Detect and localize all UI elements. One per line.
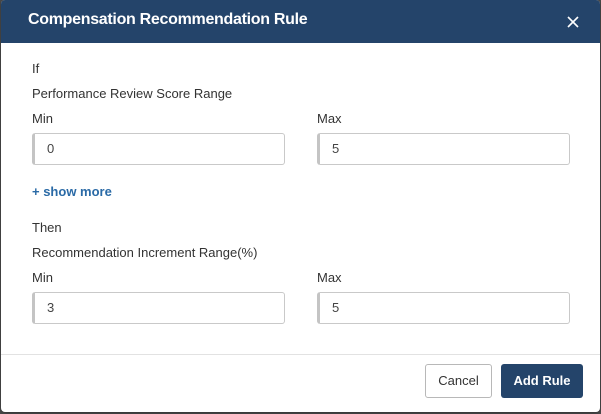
if-label: If bbox=[32, 61, 40, 76]
increment-max-label: Max bbox=[317, 270, 342, 285]
dialog-header: Compensation Recommendation Rule bbox=[1, 0, 600, 43]
performance-min-label: Min bbox=[32, 111, 53, 126]
performance-max-input[interactable]: 5 bbox=[317, 133, 570, 165]
increment-min-label: Min bbox=[32, 270, 53, 285]
compensation-rule-dialog: Compensation Recommendation Rule If Perf… bbox=[1, 0, 600, 412]
performance-min-input[interactable]: 0 bbox=[32, 133, 285, 165]
performance-range-title: Performance Review Score Range bbox=[32, 86, 233, 101]
performance-max-label: Max bbox=[317, 111, 342, 126]
then-label: Then bbox=[32, 220, 62, 235]
increment-min-input[interactable]: 3 bbox=[32, 292, 285, 324]
dialog-title: Compensation Recommendation Rule bbox=[28, 11, 308, 28]
add-rule-button[interactable]: Add Rule bbox=[501, 364, 583, 398]
cancel-button[interactable]: Cancel bbox=[425, 364, 492, 398]
close-icon bbox=[567, 16, 579, 28]
close-button[interactable] bbox=[563, 12, 583, 32]
footer-divider bbox=[1, 354, 600, 355]
increment-range-title: Recommendation Increment Range(%) bbox=[32, 245, 258, 260]
increment-max-input[interactable]: 5 bbox=[317, 292, 570, 324]
show-more-link[interactable]: + show more bbox=[32, 184, 112, 199]
